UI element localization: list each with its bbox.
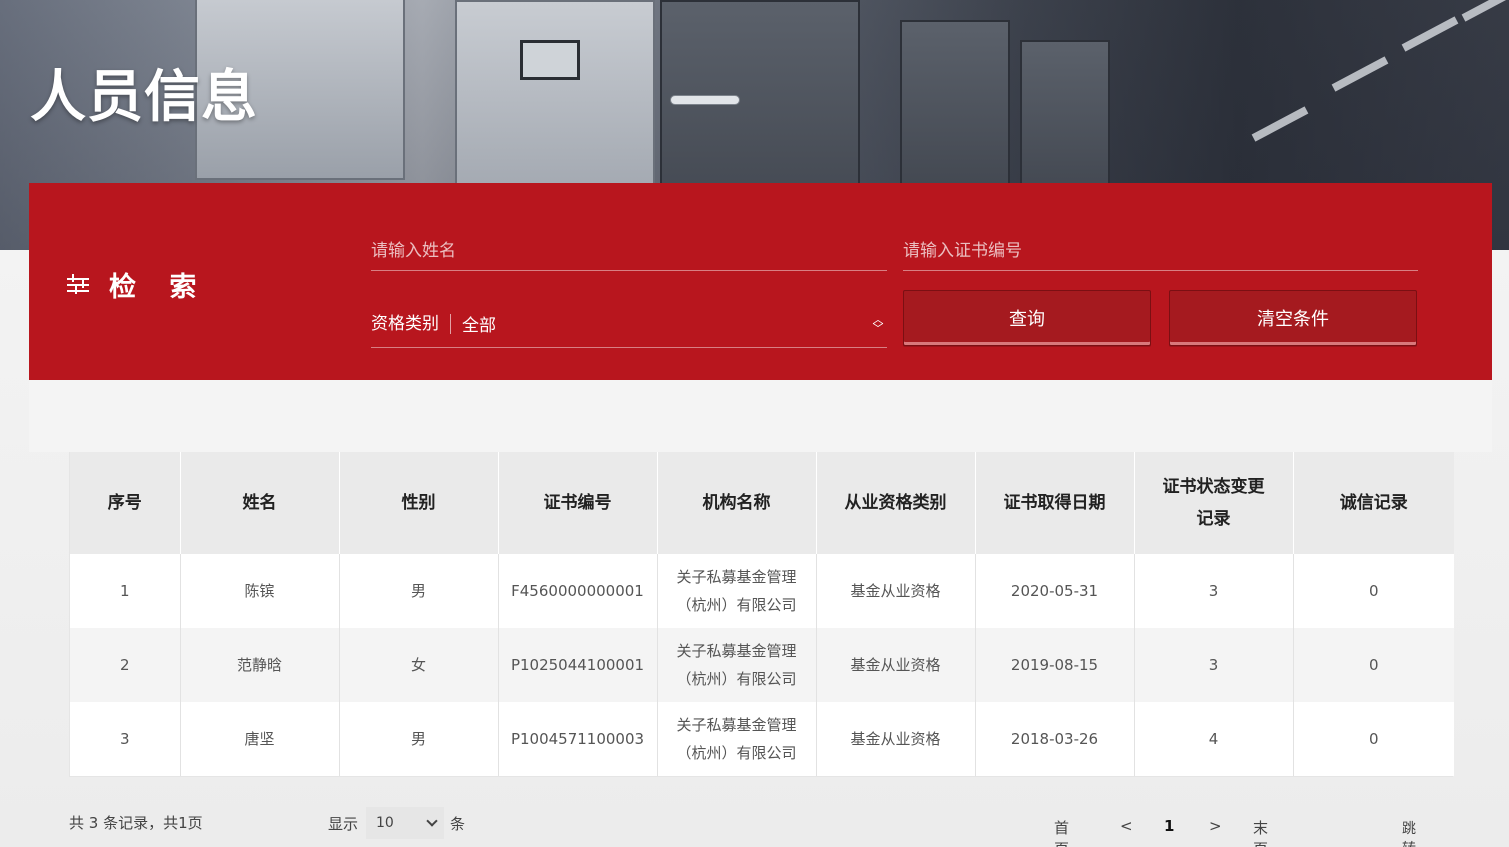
cell-index: 3: [70, 702, 181, 776]
cell-cert-number: P1004571100003: [498, 702, 658, 776]
search-panel: 检 索 资格类别 全部 ︿﹀ 查询 清空条件: [29, 183, 1492, 380]
cell-status-changes[interactable]: 3: [1134, 554, 1294, 628]
cell-qualification: 基金从业资格: [816, 702, 976, 776]
col-header-integrity: 诚信记录: [1293, 452, 1454, 554]
cell-cert-date: 2018-03-26: [975, 702, 1135, 776]
cell-index: 2: [70, 628, 181, 702]
cell-cert-date: 2019-08-15: [975, 628, 1135, 702]
category-label: 资格类别: [371, 313, 451, 334]
table-row: 3 唐坚 男 P1004571100003 关子私募基金管理（杭州）有限公司 基…: [70, 702, 1454, 776]
name-field[interactable]: [371, 225, 887, 271]
page-size-value: 10: [376, 815, 394, 831]
table-row: 2 范静晗 女 P1025044100001 关子私募基金管理（杭州）有限公司 …: [70, 628, 1454, 702]
prev-page-link[interactable]: <: [1120, 817, 1133, 835]
cell-cert-date: 2020-05-31: [975, 554, 1135, 628]
table-header-row: 序号 姓名 性别 证书编号 机构名称 从业资格类别 证书取得日期 证书状态变更记…: [70, 452, 1454, 554]
cell-status-changes[interactable]: 4: [1134, 702, 1294, 776]
next-page-link[interactable]: >: [1209, 817, 1222, 835]
cell-cert-number: P1025044100001: [498, 628, 658, 702]
cell-index: 1: [70, 554, 181, 628]
jump-page-input[interactable]: [1307, 806, 1371, 840]
cell-name: 唐坚: [180, 702, 340, 776]
category-select[interactable]: 资格类别 全部 ︿ ﹀: [371, 300, 887, 348]
table-row: 1 陈镔 男 F4560000000001 关子私募基金管理（杭州）有限公司 基…: [70, 554, 1454, 628]
cell-gender: 男: [339, 702, 499, 776]
col-header-status-changes: 证书状态变更记录: [1134, 452, 1294, 554]
col-header-gender: 性别: [339, 452, 499, 554]
query-button[interactable]: 查询: [903, 290, 1151, 346]
stripe-decoration: [1331, 56, 1389, 92]
cell-gender: 男: [339, 554, 499, 628]
cell-gender: 女: [339, 628, 499, 702]
col-header-institution: 机构名称: [657, 452, 817, 554]
jump-button[interactable]: 跳转: [1402, 818, 1416, 847]
select-updown-icon: ︿ ﹀: [872, 312, 884, 335]
col-header-name: 姓名: [180, 452, 340, 554]
col-header-cert-number: 证书编号: [498, 452, 658, 554]
page-size-select[interactable]: 10: [366, 807, 445, 839]
col-header-qualification: 从业资格类别: [816, 452, 976, 554]
stripe-decoration: [1461, 0, 1509, 22]
category-value: 全部: [462, 316, 496, 336]
cell-name: 范静晗: [180, 628, 340, 702]
cell-integrity[interactable]: 0: [1293, 702, 1454, 776]
filter-sliders-icon: [67, 273, 91, 296]
cell-integrity[interactable]: 0: [1293, 554, 1454, 628]
cell-qualification: 基金从业资格: [816, 628, 976, 702]
record-summary: 共 3 条记录，共1页: [69, 814, 203, 832]
name-input[interactable]: [371, 225, 887, 270]
col-header-cert-date: 证书取得日期: [975, 452, 1135, 554]
stripe-decoration: [1401, 16, 1459, 52]
cell-cert-number: F4560000000001: [498, 554, 658, 628]
cell-institution: 关子私募基金管理（杭州）有限公司: [657, 628, 817, 702]
col-header-index: 序号: [70, 452, 181, 554]
search-heading: 检 索: [67, 265, 208, 304]
cabinet-label-decoration: [520, 40, 580, 80]
page-size-control: 显示 10 条: [328, 806, 465, 840]
cell-institution: 关子私募基金管理（杭州）有限公司: [657, 554, 817, 628]
cert-number-input[interactable]: [903, 225, 1418, 270]
personnel-table: 序号 姓名 性别 证书编号 机构名称 从业资格类别 证书取得日期 证书状态变更记…: [69, 452, 1454, 777]
cell-status-changes[interactable]: 3: [1134, 628, 1294, 702]
pagination-bar: 共 3 条记录，共1页 显示 10 条 首页 < 1 > 末页 跳转: [69, 806, 1453, 847]
current-page-number[interactable]: 1: [1164, 817, 1174, 835]
chevron-down-icon: [426, 815, 438, 827]
first-page-link[interactable]: 首页: [1054, 817, 1069, 847]
page-size-label: 显示: [328, 814, 359, 833]
page-title: 人员信息: [30, 65, 258, 130]
cabinet-handle-decoration: [670, 95, 740, 105]
search-heading-label: 检 索: [109, 272, 209, 303]
clear-conditions-button[interactable]: 清空条件: [1169, 290, 1417, 346]
cell-institution: 关子私募基金管理（杭州）有限公司: [657, 702, 817, 776]
table-top-strip: [29, 380, 1492, 452]
last-page-link[interactable]: 末页: [1253, 817, 1268, 847]
cert-field[interactable]: [903, 225, 1418, 271]
stripe-decoration: [1251, 106, 1309, 142]
cell-qualification: 基金从业资格: [816, 554, 976, 628]
page-size-unit: 条: [450, 814, 466, 833]
cell-integrity[interactable]: 0: [1293, 628, 1454, 702]
cell-name: 陈镔: [180, 554, 340, 628]
